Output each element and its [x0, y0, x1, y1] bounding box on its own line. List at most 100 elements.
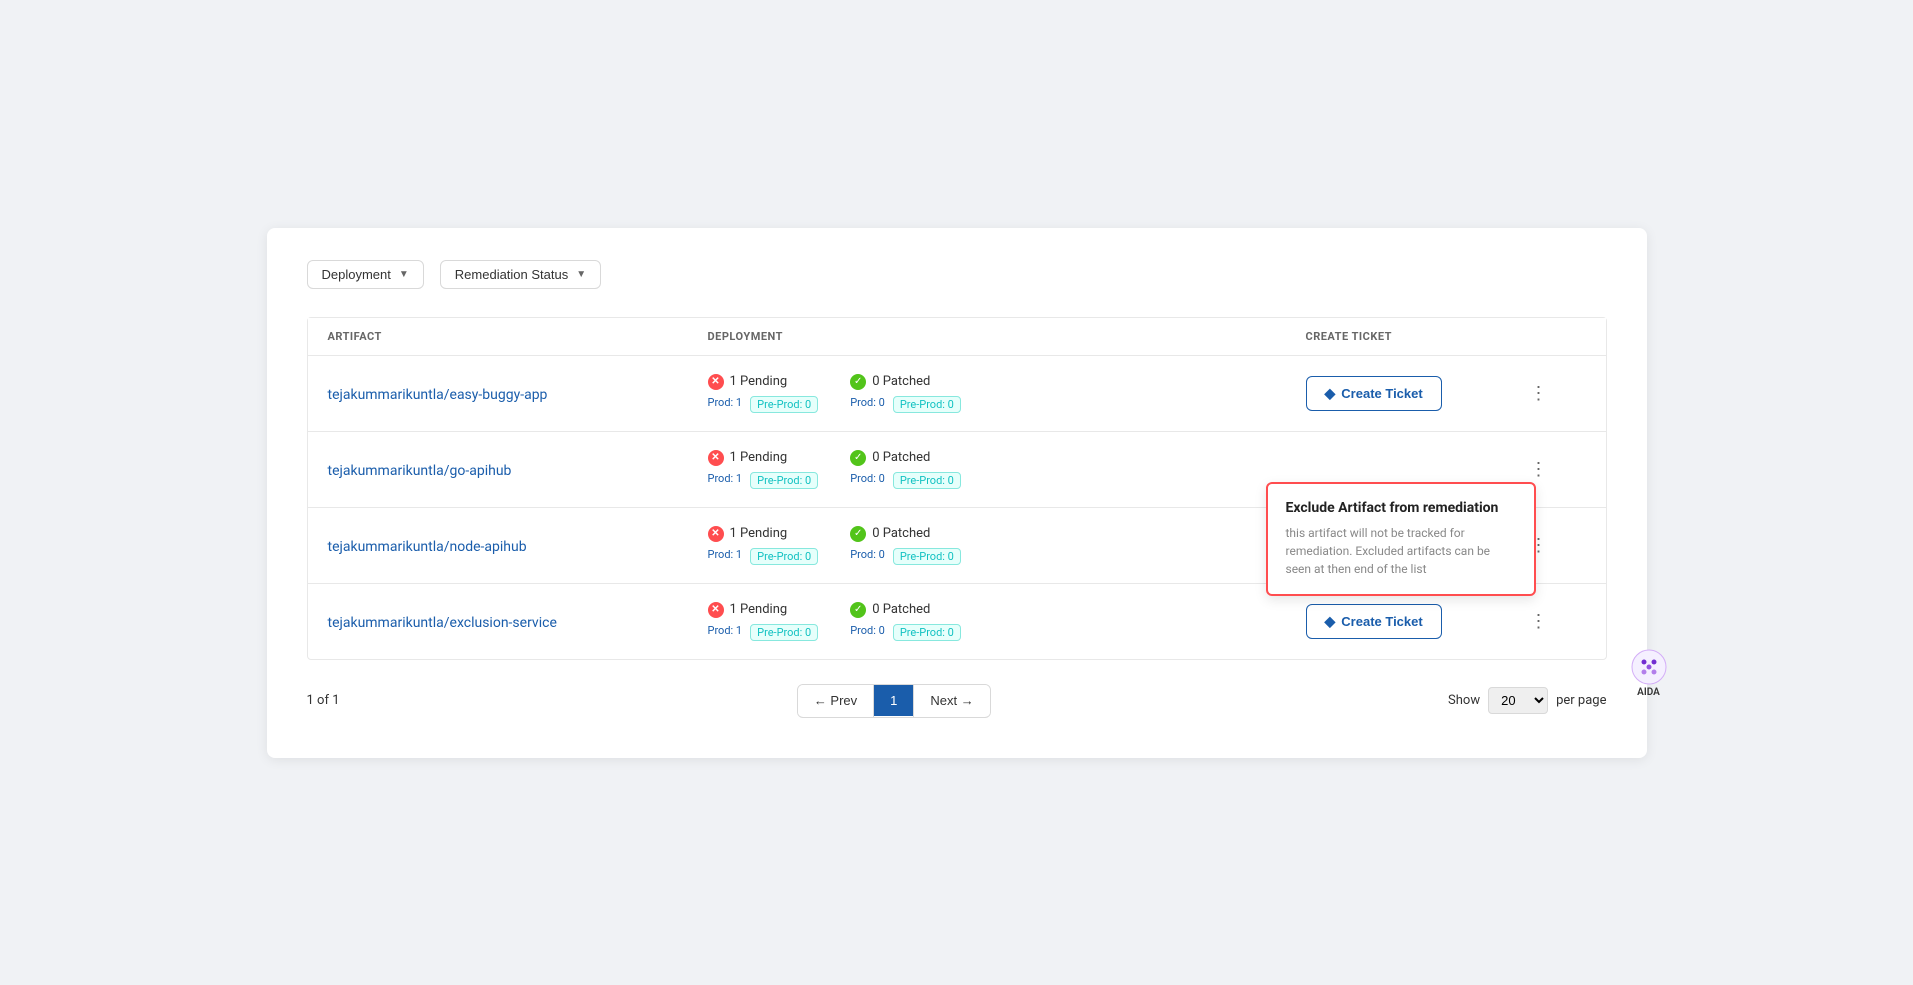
deployment-cell-1: ✕ 1 Pending Prod: 1 Pre-Prod: 0 ✓ 0 Patc…	[708, 374, 1306, 413]
pending-group-4: ✕ 1 Pending Prod: 1 Pre-Prod: 0	[708, 602, 819, 641]
artifact-name-4: tejakummarikuntla/exclusion-service	[328, 612, 708, 631]
create-ticket-button-1[interactable]: ◆ Create Ticket	[1306, 376, 1442, 411]
next-button[interactable]: Next →	[914, 685, 989, 716]
patched-status-3: ✓ 0 Patched	[850, 526, 961, 542]
patched-status-4: ✓ 0 Patched	[850, 602, 961, 618]
per-page-suffix: per page	[1556, 693, 1606, 708]
pending-prod-tag-1: Prod: 1	[708, 396, 743, 413]
deployment-cell-4: ✕ 1 Pending Prod: 1 Pre-Prod: 0 ✓ 0 Patc…	[708, 602, 1306, 641]
patched-tags-3: Prod: 0 Pre-Prod: 0	[850, 548, 961, 565]
more-actions-2: ⋮	[1526, 456, 1586, 482]
patched-preprod-tag-2: Pre-Prod: 0	[893, 472, 961, 489]
deployment-filter[interactable]: Deployment ▼	[307, 260, 424, 289]
artifact-name-1: tejakummarikuntla/easy-buggy-app	[328, 384, 708, 403]
ticket-cell-4: ◆ Create Ticket	[1306, 604, 1526, 639]
prev-button[interactable]: ← Prev	[798, 685, 873, 716]
pending-icon-3: ✕	[708, 526, 724, 542]
pending-group-2: ✕ 1 Pending Prod: 1 Pre-Prod: 0	[708, 450, 819, 489]
patched-icon-1: ✓	[850, 374, 866, 390]
create-ticket-label-4: Create Ticket	[1341, 614, 1422, 629]
pending-prod-tag-3: Prod: 1	[708, 548, 743, 565]
pending-status-2: ✕ 1 Pending	[708, 450, 819, 466]
pending-icon-1: ✕	[708, 374, 724, 390]
table-row: tejakummarikuntla/easy-buggy-app ✕ 1 Pen…	[308, 356, 1606, 432]
pending-status-1: ✕ 1 Pending	[708, 374, 819, 390]
header-deployment: DEPLOYMENT	[708, 330, 1306, 343]
table-row: tejakummarikuntla/go-apihub ✕ 1 Pending …	[308, 432, 1606, 508]
exclude-popup: Exclude Artifact from remediation this a…	[1266, 482, 1536, 596]
create-ticket-label-1: Create Ticket	[1341, 386, 1422, 401]
pending-group-3: ✕ 1 Pending Prod: 1 Pre-Prod: 0	[708, 526, 819, 565]
patched-label-1: 0 Patched	[872, 374, 930, 389]
pending-preprod-tag-1: Pre-Prod: 0	[750, 396, 818, 413]
header-create-ticket: CREATE TICKET	[1306, 330, 1526, 343]
aida-label: AIDA	[1637, 687, 1660, 698]
header-artifact: ARTIFACT	[328, 330, 708, 343]
patched-preprod-tag-4: Pre-Prod: 0	[893, 624, 961, 641]
aida-badge[interactable]: AIDA	[1631, 649, 1667, 698]
show-label: Show	[1448, 693, 1480, 708]
artifact-name-3: tejakummarikuntla/node-apihub	[328, 536, 708, 555]
pending-prod-tag-2: Prod: 1	[708, 472, 743, 489]
pagination-row: 1 of 1 ← Prev 1 Next → Show 20 50 100 pe…	[307, 684, 1607, 718]
remediation-filter-label: Remediation Status	[455, 267, 568, 282]
pending-label-2: 1 Pending	[730, 450, 788, 465]
create-ticket-button-4[interactable]: ◆ Create Ticket	[1306, 604, 1442, 639]
artifact-link-3[interactable]: tejakummarikuntla/node-apihub	[328, 539, 527, 555]
pending-icon-4: ✕	[708, 602, 724, 618]
prev-label: ← Prev	[814, 693, 857, 708]
remediation-filter[interactable]: Remediation Status ▼	[440, 260, 601, 289]
patched-tags-4: Prod: 0 Pre-Prod: 0	[850, 624, 961, 641]
patched-icon-2: ✓	[850, 450, 866, 466]
page-1-label: 1	[890, 693, 897, 708]
diamond-icon-1: ◆	[1325, 385, 1336, 402]
pagination-controls: ← Prev 1 Next →	[797, 684, 991, 718]
deployment-chevron-icon: ▼	[399, 269, 409, 280]
more-button-2[interactable]: ⋮	[1526, 456, 1552, 482]
next-label: Next →	[930, 693, 973, 708]
main-card: Deployment ▼ Remediation Status ▼ ARTIFA…	[267, 228, 1647, 758]
patched-icon-4: ✓	[850, 602, 866, 618]
patched-prod-tag-4: Prod: 0	[850, 624, 885, 641]
diamond-icon-4: ◆	[1325, 613, 1336, 630]
patched-prod-tag-1: Prod: 0	[850, 396, 885, 413]
deployment-cell-3: ✕ 1 Pending Prod: 1 Pre-Prod: 0 ✓ 0 Patc…	[708, 526, 1306, 565]
patched-icon-3: ✓	[850, 526, 866, 542]
pending-status-4: ✕ 1 Pending	[708, 602, 819, 618]
header-actions	[1526, 330, 1586, 343]
ticket-cell-1: ◆ Create Ticket	[1306, 376, 1526, 411]
aida-icon	[1631, 649, 1667, 685]
patched-label-4: 0 Patched	[872, 602, 930, 617]
pending-tags-1: Prod: 1 Pre-Prod: 0	[708, 396, 819, 413]
more-button-1[interactable]: ⋮	[1526, 380, 1552, 406]
artifact-name-2: tejakummarikuntla/go-apihub	[328, 460, 708, 479]
pending-group-1: ✕ 1 Pending Prod: 1 Pre-Prod: 0	[708, 374, 819, 413]
patched-preprod-tag-3: Pre-Prod: 0	[893, 548, 961, 565]
pending-preprod-tag-3: Pre-Prod: 0	[750, 548, 818, 565]
per-page-select[interactable]: 20 50 100	[1488, 687, 1548, 714]
pending-tags-4: Prod: 1 Pre-Prod: 0	[708, 624, 819, 641]
patched-group-2: ✓ 0 Patched Prod: 0 Pre-Prod: 0	[850, 450, 961, 489]
patched-status-2: ✓ 0 Patched	[850, 450, 961, 466]
pending-preprod-tag-4: Pre-Prod: 0	[750, 624, 818, 641]
more-button-4[interactable]: ⋮	[1526, 608, 1552, 634]
pending-icon-2: ✕	[708, 450, 724, 466]
pending-prod-tag-4: Prod: 1	[708, 624, 743, 641]
page-info: 1 of 1	[307, 693, 340, 708]
patched-prod-tag-3: Prod: 0	[850, 548, 885, 565]
artifact-link-4[interactable]: tejakummarikuntla/exclusion-service	[328, 615, 557, 631]
artifacts-table: ARTIFACT DEPLOYMENT CREATE TICKET tejaku…	[307, 317, 1607, 660]
pending-preprod-tag-2: Pre-Prod: 0	[750, 472, 818, 489]
artifact-link-2[interactable]: tejakummarikuntla/go-apihub	[328, 463, 512, 479]
per-page-row: Show 20 50 100 per page	[1448, 687, 1606, 714]
patched-status-1: ✓ 0 Patched	[850, 374, 961, 390]
table-header: ARTIFACT DEPLOYMENT CREATE TICKET	[308, 318, 1606, 356]
deployment-filter-label: Deployment	[322, 267, 391, 282]
pending-label-1: 1 Pending	[730, 374, 788, 389]
pending-tags-3: Prod: 1 Pre-Prod: 0	[708, 548, 819, 565]
patched-tags-2: Prod: 0 Pre-Prod: 0	[850, 472, 961, 489]
pending-label-3: 1 Pending	[730, 526, 788, 541]
more-actions-4: ⋮	[1526, 608, 1586, 634]
artifact-link-1[interactable]: tejakummarikuntla/easy-buggy-app	[328, 387, 548, 403]
page-1-button[interactable]: 1	[874, 685, 913, 716]
